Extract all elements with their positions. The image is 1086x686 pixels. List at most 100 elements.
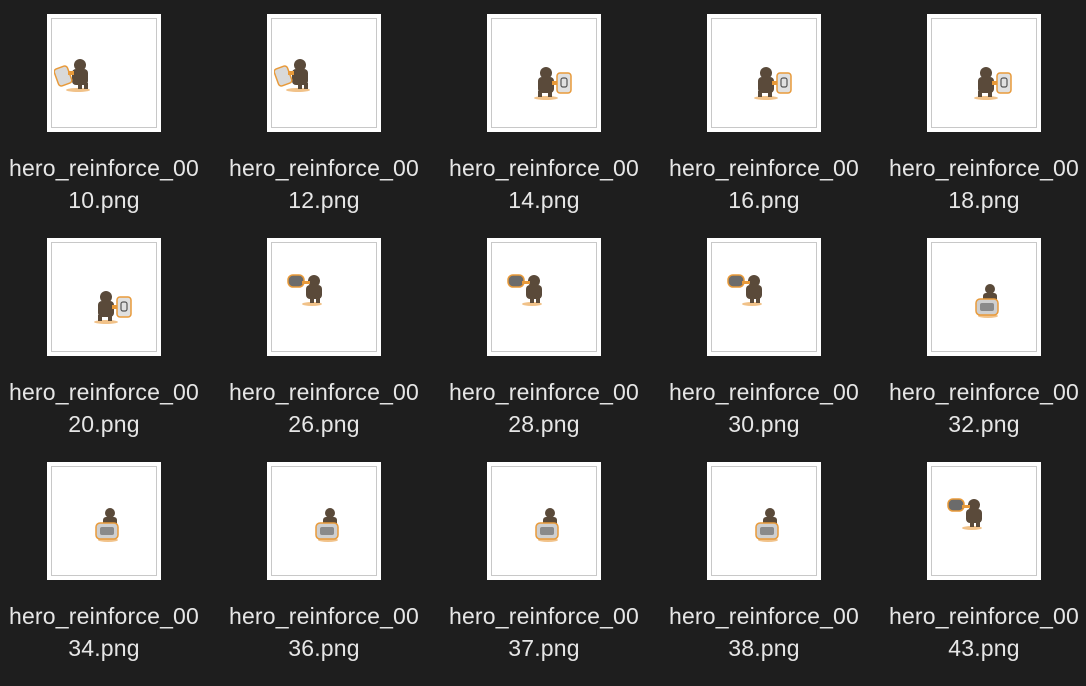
file-name-line-1: hero_reinforce_00 xyxy=(448,603,640,629)
hero-sprite-icon xyxy=(88,507,128,543)
image-preview xyxy=(711,466,817,576)
file-name[interactable]: hero_reinforce_00 43.png xyxy=(882,600,1086,664)
file-icon-grid: hero_reinforce_00 10.png hero_reinforce_0… xyxy=(0,14,1086,686)
file-name-line-1: hero_reinforce_00 xyxy=(8,603,200,629)
file-item[interactable]: hero_reinforce_00 16.png xyxy=(660,14,880,238)
file-name[interactable]: hero_reinforce_00 26.png xyxy=(222,376,426,440)
file-item[interactable]: hero_reinforce_00 37.png xyxy=(440,462,660,686)
image-preview xyxy=(51,466,157,576)
image-preview xyxy=(931,18,1037,128)
hero-sprite-icon xyxy=(726,271,766,307)
file-item[interactable]: hero_reinforce_00 28.png xyxy=(440,238,660,462)
image-preview xyxy=(271,242,377,352)
file-name-line-2: 32.png xyxy=(948,411,1020,437)
file-name[interactable]: hero_reinforce_00 28.png xyxy=(442,376,646,440)
file-name-line-1: hero_reinforce_00 xyxy=(8,379,200,405)
file-name-line-1: hero_reinforce_00 xyxy=(228,379,420,405)
file-name-line-1: hero_reinforce_00 xyxy=(888,379,1080,405)
file-name-line-2: 43.png xyxy=(948,635,1020,661)
file-name-line-2: 12.png xyxy=(288,187,360,213)
image-preview xyxy=(711,242,817,352)
file-item[interactable]: hero_reinforce_00 20.png xyxy=(0,238,220,462)
image-preview xyxy=(931,242,1037,352)
hero-sprite-icon xyxy=(752,65,792,101)
file-thumbnail[interactable] xyxy=(47,14,161,132)
file-name[interactable]: hero_reinforce_00 20.png xyxy=(2,376,206,440)
hero-sprite-icon xyxy=(748,507,788,543)
hero-sprite-icon xyxy=(972,65,1012,101)
file-thumbnail[interactable] xyxy=(707,238,821,356)
file-name-line-1: hero_reinforce_00 xyxy=(448,379,640,405)
image-preview xyxy=(491,466,597,576)
file-name-line-1: hero_reinforce_00 xyxy=(888,603,1080,629)
hero-sprite-icon xyxy=(92,289,132,325)
file-thumbnail[interactable] xyxy=(927,462,1041,580)
hero-sprite-icon xyxy=(946,495,986,531)
file-thumbnail[interactable] xyxy=(487,462,601,580)
file-name-line-1: hero_reinforce_00 xyxy=(8,155,200,181)
hero-sprite-icon xyxy=(528,507,568,543)
file-name[interactable]: hero_reinforce_00 14.png xyxy=(442,152,646,216)
file-item[interactable]: hero_reinforce_00 30.png xyxy=(660,238,880,462)
file-name[interactable]: hero_reinforce_00 30.png xyxy=(662,376,866,440)
image-preview xyxy=(491,242,597,352)
hero-sprite-icon xyxy=(506,271,546,307)
file-name[interactable]: hero_reinforce_00 32.png xyxy=(882,376,1086,440)
file-thumbnail[interactable] xyxy=(267,462,381,580)
file-thumbnail[interactable] xyxy=(267,14,381,132)
file-item[interactable]: hero_reinforce_00 43.png xyxy=(880,462,1086,686)
file-name-line-2: 18.png xyxy=(948,187,1020,213)
image-preview xyxy=(51,18,157,128)
file-name-line-2: 10.png xyxy=(68,187,140,213)
file-name-line-2: 16.png xyxy=(728,187,800,213)
image-preview xyxy=(931,466,1037,576)
hero-sprite-icon xyxy=(273,57,314,93)
file-thumbnail[interactable] xyxy=(927,14,1041,132)
hero-sprite-icon xyxy=(308,507,348,543)
file-name[interactable]: hero_reinforce_00 16.png xyxy=(662,152,866,216)
file-name-line-1: hero_reinforce_00 xyxy=(668,603,860,629)
hero-sprite-icon xyxy=(286,271,326,307)
file-thumbnail[interactable] xyxy=(267,238,381,356)
file-name[interactable]: hero_reinforce_00 10.png xyxy=(2,152,206,216)
file-name-line-2: 36.png xyxy=(288,635,360,661)
file-name[interactable]: hero_reinforce_00 34.png xyxy=(2,600,206,664)
file-item[interactable]: hero_reinforce_00 36.png xyxy=(220,462,440,686)
file-item[interactable]: hero_reinforce_00 18.png xyxy=(880,14,1086,238)
file-thumbnail[interactable] xyxy=(47,238,161,356)
file-name-line-2: 14.png xyxy=(508,187,580,213)
file-thumbnail[interactable] xyxy=(47,462,161,580)
file-item[interactable]: hero_reinforce_00 26.png xyxy=(220,238,440,462)
file-item[interactable]: hero_reinforce_00 10.png xyxy=(0,14,220,238)
file-name-line-2: 34.png xyxy=(68,635,140,661)
file-thumbnail[interactable] xyxy=(707,462,821,580)
file-item[interactable]: hero_reinforce_00 32.png xyxy=(880,238,1086,462)
file-thumbnail[interactable] xyxy=(487,238,601,356)
file-name-line-1: hero_reinforce_00 xyxy=(668,155,860,181)
file-item[interactable]: hero_reinforce_00 34.png xyxy=(0,462,220,686)
image-preview xyxy=(491,18,597,128)
file-item[interactable]: hero_reinforce_00 12.png xyxy=(220,14,440,238)
file-name[interactable]: hero_reinforce_00 18.png xyxy=(882,152,1086,216)
file-item[interactable]: hero_reinforce_00 14.png xyxy=(440,14,660,238)
file-name-line-2: 37.png xyxy=(508,635,580,661)
file-thumbnail[interactable] xyxy=(927,238,1041,356)
file-thumbnail[interactable] xyxy=(487,14,601,132)
file-name-line-2: 38.png xyxy=(728,635,800,661)
file-name[interactable]: hero_reinforce_00 36.png xyxy=(222,600,426,664)
file-name[interactable]: hero_reinforce_00 37.png xyxy=(442,600,646,664)
image-preview xyxy=(271,466,377,576)
file-item[interactable]: hero_reinforce_00 38.png xyxy=(660,462,880,686)
file-name[interactable]: hero_reinforce_00 38.png xyxy=(662,600,866,664)
file-name-line-1: hero_reinforce_00 xyxy=(228,603,420,629)
file-thumbnail[interactable] xyxy=(707,14,821,132)
hero-sprite-icon xyxy=(53,57,94,93)
image-preview xyxy=(271,18,377,128)
hero-sprite-icon xyxy=(968,283,1008,319)
image-preview xyxy=(51,242,157,352)
file-name-line-2: 28.png xyxy=(508,411,580,437)
file-name-line-2: 30.png xyxy=(728,411,800,437)
file-name-line-1: hero_reinforce_00 xyxy=(668,379,860,405)
file-name[interactable]: hero_reinforce_00 12.png xyxy=(222,152,426,216)
hero-sprite-icon xyxy=(532,65,572,101)
